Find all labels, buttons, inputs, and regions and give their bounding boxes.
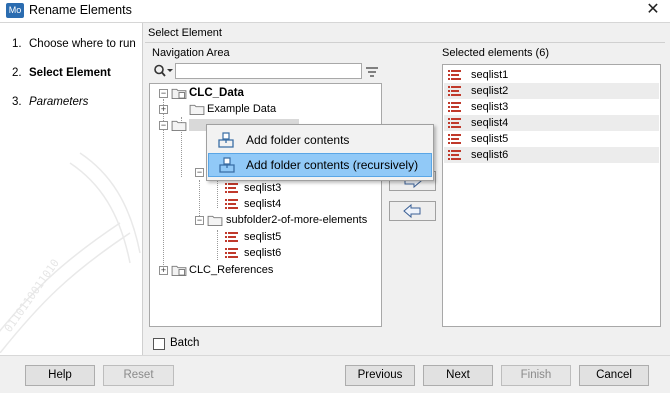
filter-menu-icon[interactable] bbox=[365, 65, 379, 79]
close-icon[interactable]: ✕ bbox=[643, 0, 663, 20]
selected-item-label: seqlist6 bbox=[471, 149, 509, 161]
finish-button[interactable]: Finish bbox=[501, 365, 571, 386]
sequence-list-icon bbox=[448, 70, 461, 80]
collapse-icon[interactable]: − bbox=[159, 121, 168, 130]
step-number: 2. bbox=[12, 67, 22, 79]
selected-item-label: seqlist4 bbox=[471, 117, 509, 129]
sequence-list-icon bbox=[448, 86, 461, 96]
tree-node-example-data[interactable]: + Example Data bbox=[150, 101, 380, 117]
selected-item-seqlist4[interactable]: seqlist4 bbox=[444, 115, 659, 131]
add-folder-recursive-icon bbox=[219, 157, 235, 173]
step-label: Select Element bbox=[29, 67, 111, 79]
previous-button[interactable]: Previous bbox=[345, 365, 415, 386]
selected-elements-list[interactable]: seqlist1 seqlist2 seqlist3 seqlist4 seql… bbox=[442, 64, 661, 327]
folder-open-icon bbox=[171, 120, 187, 131]
batch-checkbox[interactable] bbox=[153, 338, 165, 350]
tree-node-label: Example Data bbox=[207, 103, 277, 115]
expand-icon[interactable]: + bbox=[159, 266, 168, 275]
collapse-icon[interactable]: − bbox=[195, 168, 204, 177]
sequence-list-icon bbox=[225, 199, 238, 209]
database-folder-icon bbox=[171, 88, 187, 99]
help-button[interactable]: Help bbox=[25, 365, 95, 386]
tree-node-seqlist6[interactable]: seqlist6 bbox=[150, 245, 380, 261]
section-title: Select Element bbox=[148, 27, 222, 39]
folder-icon bbox=[189, 104, 205, 115]
selected-item-label: seqlist3 bbox=[471, 101, 509, 113]
tree-node-clc-data[interactable]: − CLC_Data bbox=[150, 85, 380, 101]
selected-elements-label: Selected elements (6) bbox=[442, 47, 549, 59]
tree-node-label: seqlist6 bbox=[244, 247, 282, 259]
folder-open-icon bbox=[207, 215, 223, 226]
selected-item-seqlist5[interactable]: seqlist5 bbox=[444, 131, 659, 147]
menu-item-add-folder-contents-recursively[interactable]: Add folder contents (recursively) bbox=[208, 153, 432, 177]
add-folder-icon bbox=[218, 132, 234, 148]
tree-node-seqlist5[interactable]: seqlist5 bbox=[150, 229, 380, 245]
arrow-left-icon bbox=[403, 203, 421, 219]
menu-item-label: Add folder contents (recursively) bbox=[246, 158, 419, 172]
sequence-list-icon bbox=[448, 118, 461, 128]
sequence-list-icon bbox=[448, 150, 461, 160]
cancel-button[interactable]: Cancel bbox=[579, 365, 649, 386]
tree-node-seqlist4[interactable]: seqlist4 bbox=[150, 196, 380, 212]
bottom-divider bbox=[0, 355, 670, 356]
next-button[interactable]: Next bbox=[423, 365, 493, 386]
selected-item-seqlist2[interactable]: seqlist2 bbox=[444, 83, 659, 99]
context-menu: Add folder contents Add folder contents … bbox=[206, 124, 434, 181]
sequence-list-icon bbox=[225, 248, 238, 258]
sequence-list-icon bbox=[225, 183, 238, 193]
step-label: Choose where to run bbox=[29, 38, 136, 50]
remove-from-selection-button[interactable] bbox=[389, 201, 436, 221]
sequence-list-icon bbox=[448, 102, 461, 112]
selected-item-label: seqlist1 bbox=[471, 69, 509, 81]
navigation-area-label: Navigation Area bbox=[152, 47, 230, 59]
menu-item-label: Add folder contents bbox=[246, 133, 350, 147]
window-title: Rename Elements bbox=[29, 3, 132, 17]
step-number: 3. bbox=[12, 96, 22, 108]
step-parameters: 3. Parameters bbox=[12, 96, 88, 108]
reset-button[interactable]: Reset bbox=[103, 365, 174, 386]
batch-label: Batch bbox=[170, 337, 200, 349]
collapse-icon[interactable]: − bbox=[159, 89, 168, 98]
step-number: 1. bbox=[12, 38, 22, 50]
sequence-list-icon bbox=[225, 232, 238, 242]
wizard-steps: 1. Choose where to run 2. Select Element 3… bbox=[0, 23, 143, 355]
tree-node-seqlist3[interactable]: seqlist3 bbox=[150, 180, 380, 196]
app-icon: Mo bbox=[6, 3, 24, 18]
menu-item-add-folder-contents[interactable]: Add folder contents bbox=[208, 128, 432, 152]
tree-node-label: seqlist5 bbox=[244, 231, 282, 243]
search-input[interactable] bbox=[175, 63, 362, 79]
step-choose-where: 1. Choose where to run bbox=[12, 38, 136, 50]
tree-node-label: CLC_References bbox=[189, 264, 274, 276]
expand-icon[interactable]: + bbox=[159, 105, 168, 114]
navigation-tree[interactable]: − CLC_Data + Example Data − − seqlist3 s… bbox=[149, 83, 382, 327]
tree-node-subfolder2[interactable]: − subfolder2-of-more-elements bbox=[150, 212, 380, 228]
tree-node-label: CLC_Data bbox=[189, 87, 244, 99]
tree-node-label: seqlist3 bbox=[244, 182, 282, 194]
tree-node-label: seqlist4 bbox=[244, 198, 282, 210]
selected-item-label: seqlist2 bbox=[471, 85, 509, 97]
selected-item-seqlist6[interactable]: seqlist6 bbox=[444, 147, 659, 163]
step-label: Parameters bbox=[29, 96, 89, 108]
selected-item-seqlist3[interactable]: seqlist3 bbox=[444, 99, 659, 115]
tree-node-clc-references[interactable]: + CLC_References bbox=[150, 262, 380, 278]
tree-node-label: subfolder2-of-more-elements bbox=[226, 214, 368, 226]
selected-item-seqlist1[interactable]: seqlist1 bbox=[444, 67, 659, 83]
selected-item-label: seqlist5 bbox=[471, 133, 509, 145]
collapse-icon[interactable]: − bbox=[195, 216, 204, 225]
sequence-list-icon bbox=[448, 134, 461, 144]
search-icon[interactable] bbox=[152, 63, 174, 79]
svg-text:0110110011010: 0110110011010 bbox=[2, 257, 62, 335]
database-folder-icon bbox=[171, 265, 187, 276]
dna-watermark-icon: 0110110011010 bbox=[0, 152, 141, 353]
step-select-element: 2. Select Element bbox=[12, 67, 111, 79]
